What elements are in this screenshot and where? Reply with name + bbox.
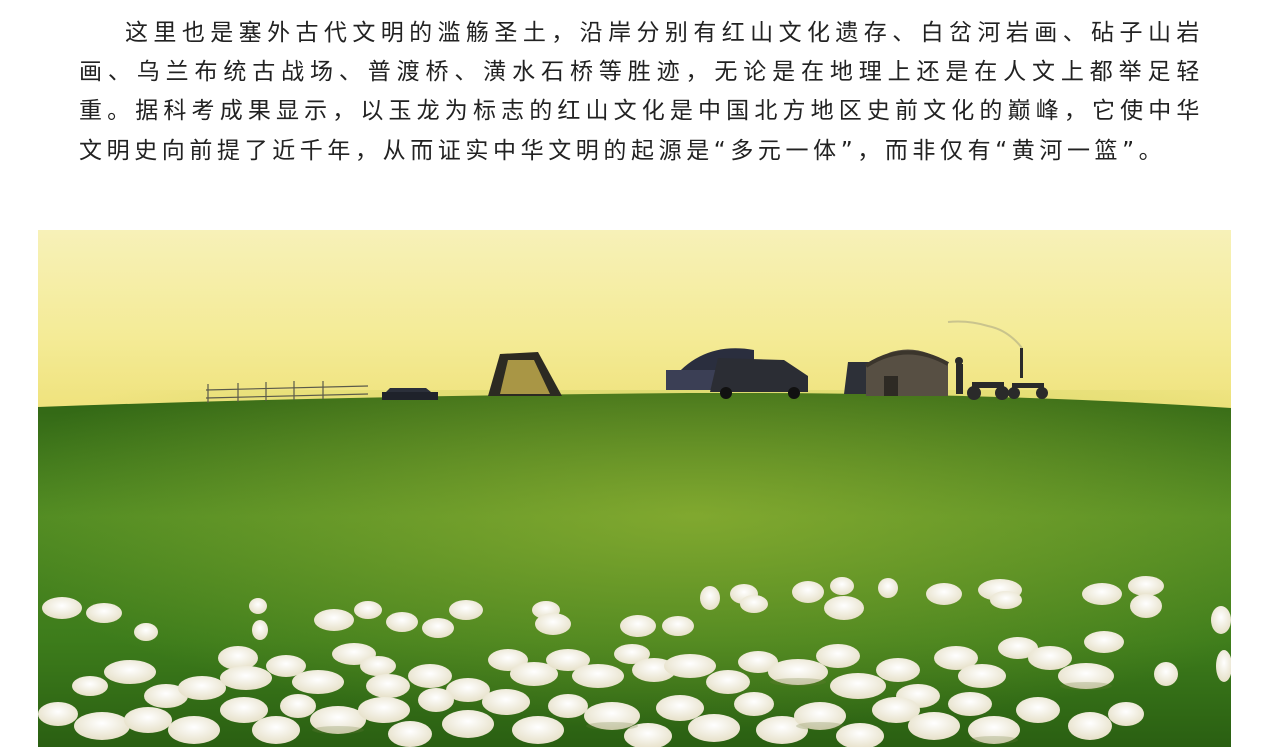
article-paragraph: 这里也是塞外古代文明的滥觞圣土，沿岸分别有红山文化遗存、白岔河岩画、砧子山岩画、… — [79, 20, 1204, 164]
grassland-photo — [38, 230, 1231, 747]
sky — [38, 230, 1231, 410]
